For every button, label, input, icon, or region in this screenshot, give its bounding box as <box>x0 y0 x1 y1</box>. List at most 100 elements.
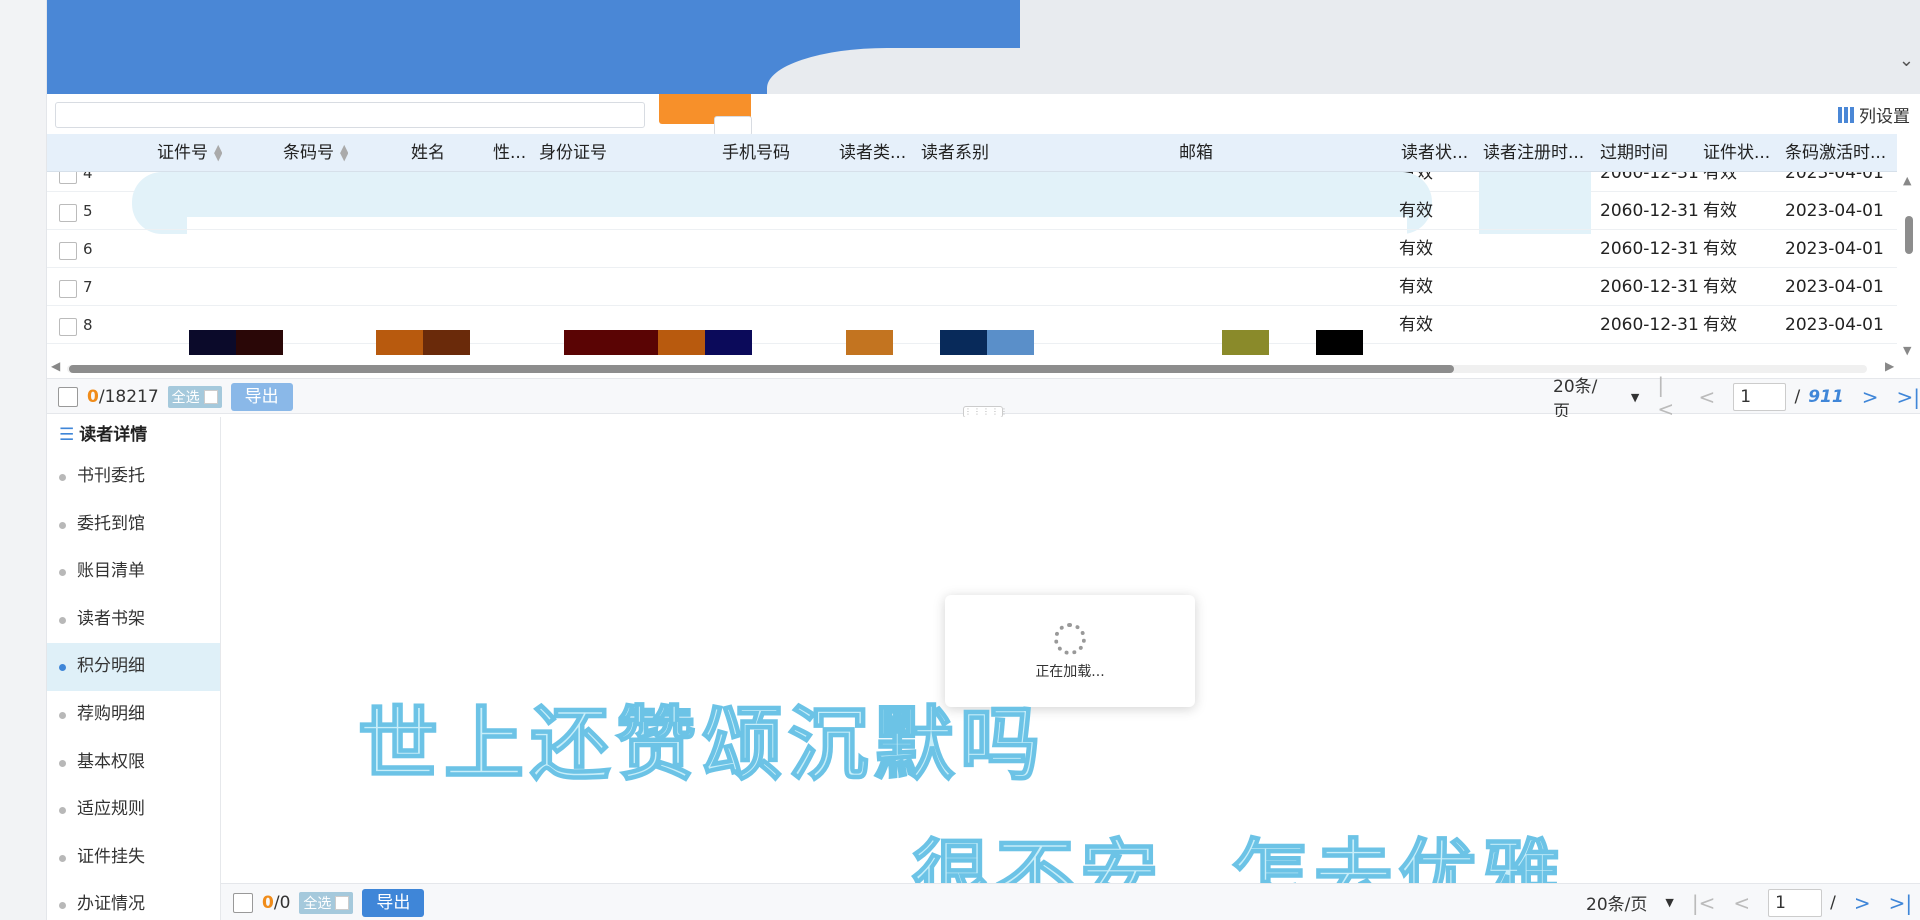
export-button[interactable]: 导出 <box>362 888 425 917</box>
row-checkbox[interactable] <box>59 172 77 184</box>
page-size-select[interactable]: 20条/页 ▼ <box>1586 890 1674 915</box>
select-all-button[interactable]: 全选 <box>299 891 354 914</box>
nav-item-rules[interactable]: 适应规则 <box>47 786 220 834</box>
header-barcode[interactable]: 条码号 ▲ ▼ <box>283 134 348 172</box>
scroll-down-icon[interactable]: ▼ <box>1903 344 1911 357</box>
scroll-up-icon[interactable]: ▲ <box>1903 174 1911 187</box>
redaction-block-5 <box>611 330 658 355</box>
nav-item-delegation-arrival[interactable]: 委托到馆 <box>47 501 220 549</box>
header-card-status[interactable]: 证件状... <box>1703 134 1770 172</box>
expire-cell: 2060-12-31 <box>1600 201 1699 221</box>
prev-page-icon[interactable]: < <box>1698 385 1715 409</box>
header-gender[interactable]: 性... <box>493 134 526 172</box>
nav-item-reader-shelf[interactable]: 读者书架 <box>47 596 220 644</box>
last-page-icon[interactable]: >| <box>1896 385 1920 409</box>
sort-icon[interactable]: ▲ ▼ <box>214 143 222 162</box>
redaction-block-3 <box>423 330 470 355</box>
table-row[interactable]: 5 有效 2060-12-31 有效 2023-04-01 <box>47 192 1897 230</box>
page-separator: / <box>1794 387 1801 407</box>
first-page-icon[interactable]: |< <box>1657 373 1680 421</box>
row-checkbox[interactable] <box>59 204 77 222</box>
select-all-button[interactable]: 全选 <box>167 386 222 408</box>
row-checkbox[interactable] <box>59 280 77 298</box>
expire-cell: 2060-12-31 <box>1600 277 1699 297</box>
row-index: 8 <box>83 316 93 334</box>
redaction-block-7 <box>705 330 752 355</box>
first-page-icon[interactable]: |< <box>1692 891 1716 915</box>
horizontal-scroll-thumb[interactable] <box>69 365 1454 373</box>
select-page-checkbox[interactable] <box>233 892 253 913</box>
search-input[interactable] <box>55 102 645 128</box>
export-button[interactable]: 导出 <box>230 383 293 411</box>
columns-icon <box>1838 106 1854 123</box>
nav-item-points-detail[interactable]: 积分明细 <box>47 643 220 691</box>
row-index: 4 <box>83 172 93 182</box>
banner-redacted: ⌄ <box>47 0 1920 94</box>
scroll-right-icon[interactable]: ▶ <box>1885 359 1894 373</box>
header-reader-type[interactable]: 读者类... <box>839 134 906 172</box>
header-register-time[interactable]: 读者注册时... <box>1483 134 1584 172</box>
row-checkbox[interactable] <box>59 242 77 260</box>
redaction-block-2 <box>376 330 423 355</box>
page-input[interactable]: 1 <box>1733 383 1787 411</box>
activation-cell: 2023-04-01 <box>1785 239 1884 259</box>
nav-item-card-status[interactable]: 办证情况 <box>47 881 220 920</box>
page-input[interactable]: 1 <box>1768 888 1823 917</box>
vertical-scroll-thumb[interactable] <box>1905 216 1913 254</box>
redaction-block-6 <box>658 330 705 355</box>
select-page-checkbox[interactable] <box>58 387 78 407</box>
pagination: 20条/页 ▼ |< < 1 / 911 > >| <box>1553 373 1920 422</box>
nav-item-account-list[interactable]: 账目清单 <box>47 548 220 596</box>
header-reader-status[interactable]: 读者状... <box>1401 134 1468 172</box>
nav-item-book-delegation[interactable]: 书刊委托 <box>47 453 220 501</box>
last-page-icon[interactable]: >| <box>1889 891 1913 915</box>
row-checkbox[interactable] <box>59 318 77 336</box>
vertical-scrollbar[interactable]: ▲ ▼ <box>1898 172 1920 362</box>
header-id-number[interactable]: 身份证号 <box>539 134 607 172</box>
activation-cell: 2023-04-01 <box>1785 277 1884 297</box>
activation-cell: 2023-04-01 <box>1785 172 1884 183</box>
caret-down-icon: ▼ <box>1665 896 1674 909</box>
row-index: 6 <box>83 240 93 258</box>
next-page-icon[interactable]: > <box>1854 891 1871 915</box>
next-page-icon[interactable]: > <box>1862 385 1879 409</box>
column-settings-label: 列设置 <box>1859 107 1910 127</box>
nav-item-basic-permission[interactable]: 基本权限 <box>47 739 220 787</box>
header-department[interactable]: 读者系别 <box>921 134 989 172</box>
redaction-block-0 <box>189 330 236 355</box>
expire-cell: 2060-12-31 <box>1600 172 1699 183</box>
header-email[interactable]: 邮箱 <box>1179 134 1213 172</box>
expire-cell: 2060-12-31 <box>1600 315 1699 335</box>
table-row[interactable]: 7 有效 2060-12-31 有效 2023-04-01 <box>47 268 1897 306</box>
table-body: 4 有效 2060-12-31 有效 2023-04-01 5 有效 2060-… <box>47 172 1897 362</box>
caret-down-icon: ▼ <box>1630 390 1640 404</box>
column-settings-button[interactable]: 列设置 <box>1838 102 1910 127</box>
header-name[interactable]: 姓名 <box>411 134 445 172</box>
left-strip <box>0 0 47 920</box>
header-expire-time[interactable]: 过期时间 <box>1600 134 1668 172</box>
expire-cell: 2060-12-31 <box>1600 239 1699 259</box>
row-index: 5 <box>83 202 93 220</box>
nav-item-card-loss[interactable]: 证件挂失 <box>47 834 220 882</box>
reader-detail-nav: ☰ 读者详情 书刊委托 委托到馆 账目清单 读者书架 积分明细 荐购明细 基本权限… <box>47 417 221 920</box>
search-option-button[interactable] <box>714 116 752 136</box>
card-status-cell: 有效 <box>1703 239 1737 259</box>
table-header: 证件号 ▲ ▼ 条码号 ▲ ▼ 姓名 性... 身份证号 手机号码 读者类... 读者系… <box>47 134 1897 172</box>
header-phone[interactable]: 手机号码 <box>722 134 790 172</box>
page-size-select[interactable]: 20条/页 ▼ <box>1553 372 1639 422</box>
selection-count: 0/0 <box>262 892 291 913</box>
nav-item-recommend-detail[interactable]: 荐购明细 <box>47 691 220 739</box>
lyric-overlay-line1: 世上还赞颂沉默吗 <box>357 697 1046 792</box>
chevron-down-icon[interactable]: ⌄ <box>1899 50 1914 71</box>
detail-footer: 0/0 全选 导出 20条/页 ▼ |< < 1 / > >| <box>221 883 1920 920</box>
table-row[interactable]: 6 有效 2060-12-31 有效 2023-04-01 <box>47 230 1897 268</box>
header-card-no[interactable]: 证件号 ▲ ▼ <box>157 134 222 172</box>
prev-page-icon[interactable]: < <box>1733 891 1750 915</box>
header-activation-time[interactable]: 条码激活时... <box>1785 134 1886 172</box>
scroll-left-icon[interactable]: ◀ <box>51 359 60 373</box>
sort-icon[interactable]: ▲ ▼ <box>340 143 348 162</box>
redaction-block-11 <box>1222 330 1269 355</box>
reader-status-cell: 有效 <box>1399 239 1433 259</box>
reader-status-cell: 有效 <box>1399 201 1433 221</box>
card-status-cell: 有效 <box>1703 201 1737 221</box>
